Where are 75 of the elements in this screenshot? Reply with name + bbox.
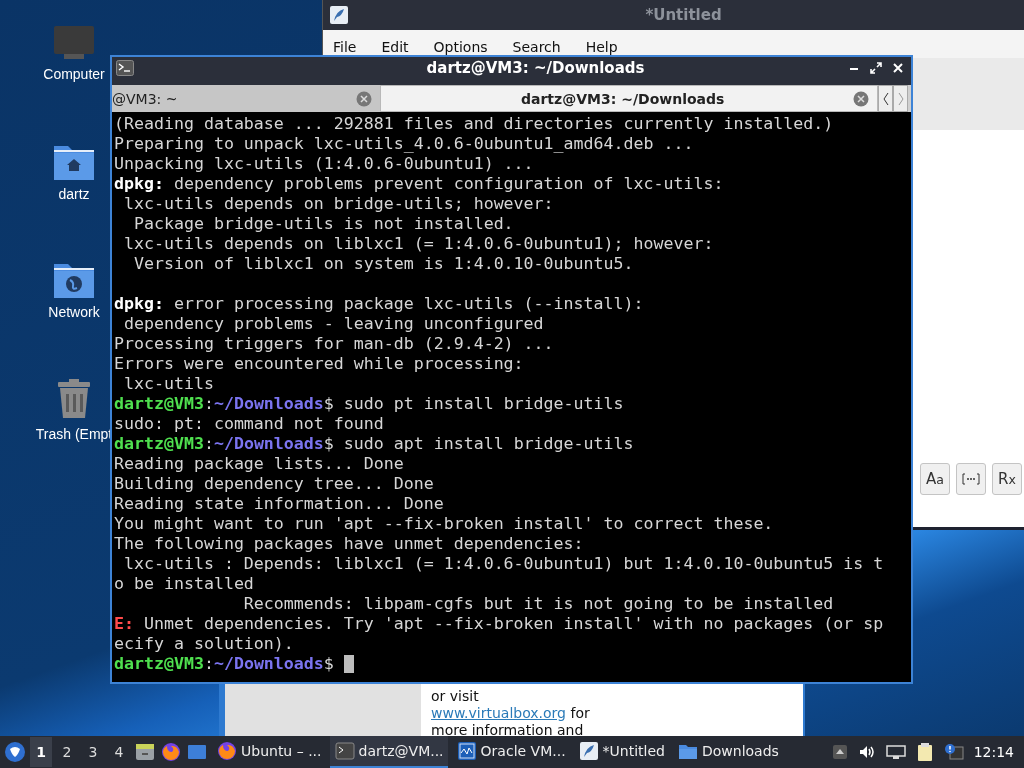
info-text: for [569, 705, 590, 721]
workspace-button[interactable]: 3 [82, 737, 104, 767]
tab-label[interactable]: dartz@VM3: ~/Downloads [521, 90, 725, 107]
terminal-line: Version of liblxc1 on system is 1:4.0.10-0ubuntu5. [132, 254, 634, 274]
terminal-line: dartz@VM3:~/Downloads$ sudo pt install bridge-utils [114, 394, 624, 414]
feather-icon [329, 5, 349, 25]
terminal-line: Recommends: libpam-cgfs but it is not going to be installed [242, 594, 834, 614]
terminal-line: dpkg: error processing package lxc-utils (--install): [114, 294, 644, 314]
terminal-line: lxc-utils : Depends: liblxc1 (= 1:4.0.6-0ubuntu1) but 1:4.0.10-0ubuntu5 is t [123, 554, 884, 574]
clipboard-icon[interactable] [915, 742, 934, 762]
terminal-line: dpkg: dependency problems prevent configuration of lxc-utils: [114, 174, 724, 194]
terminal-line: Package bridge-utils is not installed. [132, 214, 514, 234]
terminal-line: dartz@VM3:~/Downloads$ sudo apt install bridge-utils [114, 434, 634, 454]
terminal-line: Reading package lists... Done [114, 454, 404, 474]
feather-icon [577, 740, 600, 762]
terminal-line: sudo: pt: command not found [114, 414, 384, 434]
terminal-line: Preparing to unpack lxc-utils_4.0.6-0ubuntu1_amd64.deb ... [114, 134, 694, 154]
menu-item[interactable]: Options [427, 33, 496, 55]
terminal-line: Unpacking lxc-utils (1:4.0.6-0ubuntu1) ... [114, 154, 534, 174]
pulse-square-icon [455, 740, 478, 762]
clock[interactable]: 12:14 [973, 744, 1014, 760]
workspace-button[interactable]: 4 [108, 737, 130, 767]
taskbar-button[interactable]: Downloads [673, 736, 783, 768]
taskbar-button[interactable]: *Untitled [573, 736, 669, 768]
terminal-line: lxc-utils depends on liblxc1 (= 1:4.0.6-0ubuntu1); however: [123, 234, 714, 254]
terminal-line: You might want to run 'apt --fix-broken install' to correct these. [114, 514, 774, 534]
format-button[interactable] [956, 463, 986, 495]
taskbar-button[interactable]: Oracle VM... [451, 736, 570, 768]
terminal-tab[interactable]: @VM3: ~ [112, 85, 380, 112]
window-title: *Untitled [644, 6, 723, 24]
fox-globe-icon [216, 740, 238, 762]
terminal-line: dependency problems - leaving unconfigured [123, 314, 544, 334]
terminal-line: ecify a solution). [114, 634, 294, 654]
taskbar-button[interactable]: dartz@VM... [329, 736, 448, 768]
bracket-dots-icon [962, 473, 980, 485]
window-title: dartz@VM3: ~/Downloads [425, 59, 646, 77]
chevron-right-icon [896, 91, 905, 106]
taskbar-button[interactable]: Ubuntu – ... [212, 736, 326, 768]
terminal-line: dartz@VM3:~/Downloads$ [114, 654, 335, 674]
terminal-icon [333, 740, 356, 762]
file-cabinet-icon[interactable] [134, 741, 156, 763]
menu-item[interactable]: Help [579, 33, 626, 55]
close-icon[interactable] [891, 61, 905, 75]
terminal-line: E: Unmet dependencies. Try 'apt --fix-broken install' with no packages (or sp [114, 614, 884, 634]
menu-item[interactable]: File [327, 33, 365, 55]
network-port-icon[interactable] [885, 744, 906, 760]
fox-globe-icon[interactable] [160, 741, 182, 763]
speaker-icon[interactable] [857, 744, 876, 760]
terminal-line: lxc-utils depends on bridge-utils; however: [123, 194, 554, 214]
terminal-line: o be installed [114, 574, 254, 594]
scroll-left-button[interactable] [878, 85, 893, 112]
terminal-line: Errors were encountered while processing: [114, 354, 524, 374]
menu-item[interactable]: Search [506, 33, 569, 55]
info-text: more information and [431, 722, 585, 736]
terminal-line: lxc-utils [123, 374, 214, 394]
workspace-button[interactable]: 1 [30, 737, 52, 767]
terminal-tab[interactable]: dartz@VM3: ~/Downloads [380, 85, 878, 112]
tab-label[interactable]: @VM3: ~ [112, 90, 178, 107]
terminal-line: (Reading database ... 292881 files and directories currently installed.) [114, 114, 834, 134]
terminal-icon [116, 60, 134, 76]
notification-icon[interactable] [943, 743, 964, 761]
icon-label[interactable]: Network [48, 304, 100, 320]
start-menu-icon[interactable] [4, 741, 26, 763]
terminal-line: Reading state information... Done [114, 494, 444, 514]
icon-label[interactable]: Computer [43, 66, 105, 82]
workspace-button[interactable]: 2 [56, 737, 78, 767]
terminal-line: Processing triggers for man-db (2.9.4-2) ... [114, 334, 554, 354]
chevron-left-icon [881, 91, 890, 106]
menu-item[interactable]: Edit [375, 33, 417, 55]
terminal-line: Building dependency tree... Done [114, 474, 434, 494]
maximize-icon[interactable] [869, 61, 883, 75]
link[interactable]: www.virtualbox.org [431, 705, 566, 721]
icon-label[interactable]: dartz [58, 186, 90, 202]
terminal-line: The following packages have unmet dependencies: [114, 534, 584, 554]
info-text: or visit [431, 688, 480, 705]
